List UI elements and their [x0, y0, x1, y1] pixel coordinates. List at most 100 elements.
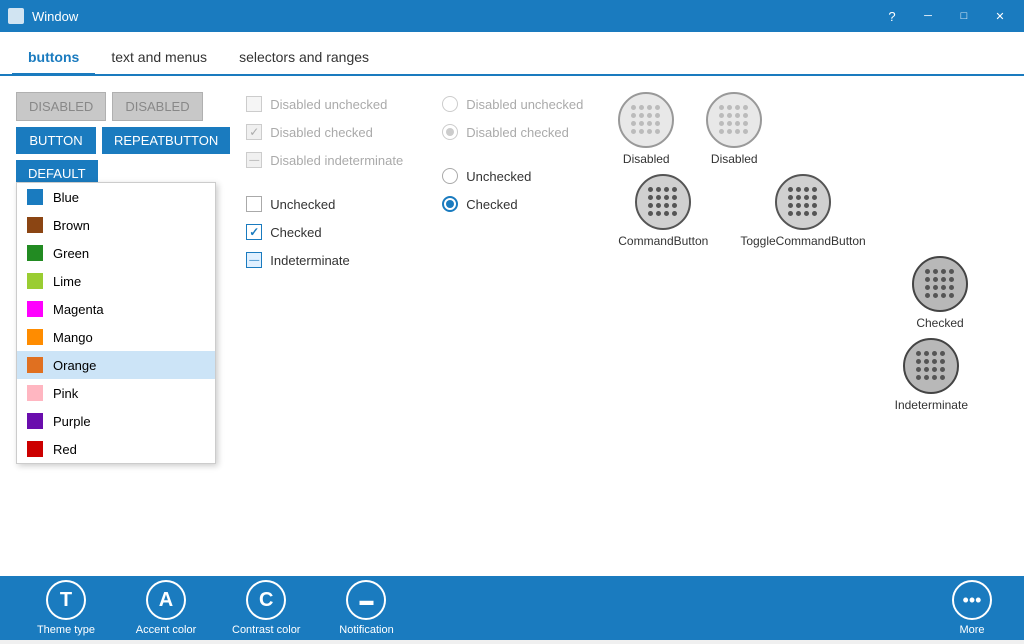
color-label-pink: Pink [53, 386, 78, 401]
color-label-purple: Purple [53, 414, 91, 429]
cb-disabled-indeterminate-row: Disabled indeterminate [246, 152, 426, 168]
cb-disabled-checked-row: Disabled checked [246, 124, 426, 140]
cmd-main-row: CommandButton ToggleCommandButton [618, 174, 865, 248]
disabled-button-1[interactable]: DISABLED [16, 92, 106, 121]
bottom-toolbar: T Theme type A Accent color C Contrast c… [0, 576, 1024, 640]
commandbutton-label: CommandButton [618, 234, 708, 248]
cmd-dots-5 [925, 269, 955, 299]
cmd-disabled-2-wrap: Disabled [706, 92, 762, 166]
accent-color-item[interactable]: A Accent color [116, 572, 216, 644]
button-btn[interactable]: BUTTON [16, 127, 96, 154]
color-green[interactable]: Green [17, 239, 215, 267]
color-orange[interactable]: Orange [17, 351, 215, 379]
cb-disabled-checked[interactable] [246, 124, 262, 140]
titlebar: Window ? ─ □ ✕ [0, 0, 1024, 32]
cmd-disabled-1[interactable] [618, 92, 674, 148]
cb-disabled-checked-label: Disabled checked [270, 125, 373, 140]
help-button[interactable]: ? [876, 0, 908, 32]
rb-unchecked[interactable] [442, 168, 458, 184]
cb-checked-row: Checked [246, 224, 426, 240]
color-label-lime: Lime [53, 274, 81, 289]
notification-label: Notification [339, 624, 393, 636]
commands-column: Disabled Disabled [618, 92, 1008, 560]
color-dropdown: Blue Brown Green Lime Magenta Mango [16, 182, 216, 464]
cmd-dots-3 [648, 187, 678, 217]
app-icon [8, 8, 24, 24]
theme-type-icon: T [46, 580, 86, 620]
rb-disabled-unchecked-label: Disabled unchecked [466, 97, 583, 112]
rb-checked-label: Checked [466, 197, 517, 212]
accent-color-icon: A [146, 580, 186, 620]
cb-checked-label: Checked [270, 225, 321, 240]
more-item[interactable]: ••• More [936, 572, 1008, 644]
cb-disabled-unchecked-row: Disabled unchecked [246, 96, 426, 112]
checked-cmd-label: Checked [916, 316, 963, 330]
window-title: Window [32, 9, 78, 24]
checked-cmd-wrap: Checked [912, 256, 968, 330]
repeatbutton-btn[interactable]: REPEATBUTTON [102, 127, 230, 154]
tab-selectors[interactable]: selectors and ranges [223, 41, 385, 76]
rb-disabled-checked-label: Disabled checked [466, 125, 569, 140]
maximize-button[interactable]: □ [948, 0, 980, 32]
notification-icon: ▬ [346, 580, 386, 620]
primary-buttons-row: BUTTON REPEATBUTTON [16, 127, 230, 154]
cb-disabled-indeterminate[interactable] [246, 152, 262, 168]
indeterminate-cmd-btn[interactable] [903, 338, 959, 394]
disabled-button-2[interactable]: DISABLED [112, 92, 202, 121]
color-brown[interactable]: Brown [17, 211, 215, 239]
cmd-disabled-1-label: Disabled [623, 152, 670, 166]
color-label-brown: Brown [53, 218, 90, 233]
color-label-mango: Mango [53, 330, 93, 345]
tab-text-menus[interactable]: text and menus [95, 41, 223, 76]
rb-disabled-checked[interactable] [442, 124, 458, 140]
color-swatch-lime [27, 273, 43, 289]
cb-disabled-unchecked[interactable] [246, 96, 262, 112]
commandbutton[interactable] [635, 174, 691, 230]
tab-buttons[interactable]: buttons [12, 41, 95, 76]
color-purple[interactable]: Purple [17, 407, 215, 435]
cb-unchecked[interactable] [246, 196, 262, 212]
color-pink[interactable]: Pink [17, 379, 215, 407]
cb-unchecked-label: Unchecked [270, 197, 335, 212]
buttons-column: DISABLED DISABLED BUTTON REPEATBUTTON DE… [16, 92, 230, 560]
color-lime[interactable]: Lime [17, 267, 215, 295]
contrast-color-item[interactable]: C Contrast color [216, 572, 316, 644]
cmd-dots-4 [788, 187, 818, 217]
color-magenta[interactable]: Magenta [17, 295, 215, 323]
color-swatch-red [27, 441, 43, 457]
rb-disabled-checked-row: Disabled checked [442, 124, 602, 140]
color-mango[interactable]: Mango [17, 323, 215, 351]
notification-item[interactable]: ▬ Notification [316, 572, 416, 644]
rb-checked[interactable] [442, 196, 458, 212]
color-label-green: Green [53, 246, 89, 261]
cb-indeterminate[interactable] [246, 252, 262, 268]
cmd-disabled-2[interactable] [706, 92, 762, 148]
color-swatch-mango [27, 329, 43, 345]
color-swatch-purple [27, 413, 43, 429]
color-blue[interactable]: Blue [17, 183, 215, 211]
theme-type-item[interactable]: T Theme type [16, 572, 116, 644]
more-label: More [959, 624, 984, 636]
close-button[interactable]: ✕ [984, 0, 1016, 32]
tabbar: buttons text and menus selectors and ran… [0, 32, 1024, 76]
color-label-magenta: Magenta [53, 302, 104, 317]
cmd-disabled-2-label: Disabled [711, 152, 758, 166]
rb-disabled-unchecked[interactable] [442, 96, 458, 112]
toggle-commandbutton[interactable] [775, 174, 831, 230]
contrast-color-icon: C [246, 580, 286, 620]
cmd-disabled-1-wrap: Disabled [618, 92, 674, 166]
color-label-red: Red [53, 442, 77, 457]
indeterminate-cmd-label: Indeterminate [895, 398, 968, 412]
cmd-dots-1 [631, 105, 661, 135]
toggle-commandbutton-label: ToggleCommandButton [740, 234, 865, 248]
rb-disabled-unchecked-row: Disabled unchecked [442, 96, 602, 112]
theme-type-label: Theme type [37, 624, 95, 636]
color-swatch-orange [27, 357, 43, 373]
cb-checked[interactable] [246, 224, 262, 240]
accent-color-label: Accent color [136, 624, 197, 636]
rb-unchecked-label: Unchecked [466, 169, 531, 184]
minimize-button[interactable]: ─ [912, 0, 944, 32]
color-swatch-magenta [27, 301, 43, 317]
color-red[interactable]: Red [17, 435, 215, 463]
checked-cmd-btn[interactable] [912, 256, 968, 312]
